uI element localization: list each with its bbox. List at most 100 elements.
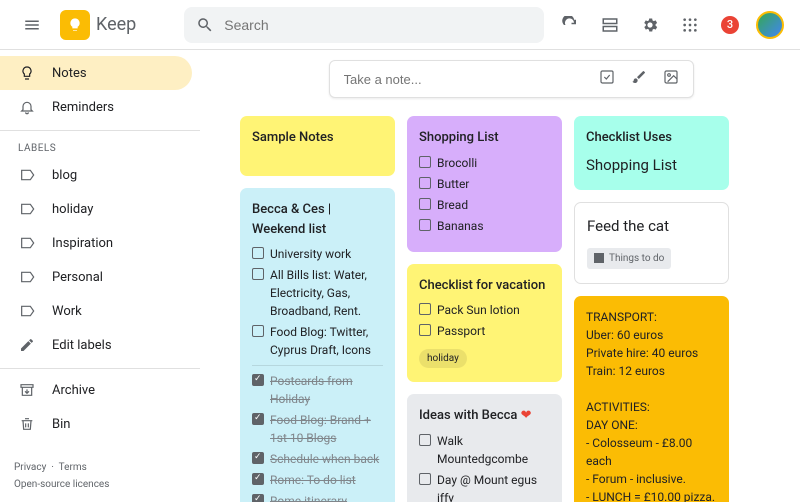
search-bar[interactable] <box>184 7 544 43</box>
notif-badge: 3 <box>721 16 739 34</box>
refresh-icon <box>561 16 579 34</box>
label-chip[interactable]: holiday <box>419 349 467 368</box>
checkbox-icon[interactable] <box>252 268 264 280</box>
note-title: Feed the cat <box>587 215 716 238</box>
sidebar-item-label[interactable]: blog <box>0 158 192 192</box>
checkbox-icon[interactable] <box>252 452 264 464</box>
checkbox-icon[interactable] <box>419 198 431 210</box>
notifications-button[interactable]: 3 <box>712 7 748 43</box>
footer-links: Privacy · Terms Open-source licences <box>0 462 200 502</box>
checklist-text: Food Blog: Twitter, Cyprus Draft, Icons <box>270 323 383 359</box>
checkbox-icon[interactable] <box>419 473 431 485</box>
heart-icon: ❤ <box>521 408 532 423</box>
app-header: Keep 3 <box>0 0 800 50</box>
checklist-item[interactable]: University work <box>252 245 383 263</box>
new-image-button[interactable] <box>663 69 679 89</box>
checklist-text: Walk Mountedgcombe <box>437 432 550 468</box>
settings-button[interactable] <box>632 7 668 43</box>
menu-button[interactable] <box>12 5 52 45</box>
checkbox-icon[interactable] <box>252 494 264 502</box>
app-name: Keep <box>96 14 136 35</box>
checklist-item[interactable]: All Bills list: Water, Electricity, Gas,… <box>252 266 383 320</box>
sidebar-item-label: Personal <box>52 270 103 285</box>
checklist-item[interactable]: Bananas <box>419 217 550 235</box>
checklist-text: Food Blog: Brand + 1st 10 Blogs <box>270 411 383 447</box>
label-icon <box>18 235 36 251</box>
checklist-item[interactable]: Walk Mountedgcombe <box>419 432 550 468</box>
app-logo[interactable]: Keep <box>60 10 136 40</box>
sidebar-item-label: Bin <box>52 417 70 432</box>
checkbox-icon[interactable] <box>419 434 431 446</box>
checklist-text: University work <box>270 245 351 263</box>
refresh-button[interactable] <box>552 7 588 43</box>
checklist-item[interactable]: Brocolli <box>419 154 550 172</box>
checklist-item[interactable]: Pack Sun lotion <box>419 301 550 319</box>
checkbox-icon[interactable] <box>252 325 264 337</box>
sidebar-item-label[interactable]: holiday <box>0 192 192 226</box>
sidebar-item-edit-labels[interactable]: Edit labels <box>0 328 192 362</box>
checklist-item[interactable]: Postcards from Holiday <box>252 372 383 408</box>
square-icon <box>594 253 604 263</box>
checklist-item[interactable]: Rome itinerary <box>252 492 383 502</box>
note-card[interactable]: Becca & Ces | Weekend list University wo… <box>240 188 395 502</box>
sidebar-item-reminders[interactable]: Reminders <box>0 90 192 124</box>
take-note-bar[interactable] <box>329 60 694 98</box>
new-drawing-button[interactable] <box>631 69 647 89</box>
checkbox-icon[interactable] <box>419 303 431 315</box>
bulb-icon <box>60 10 90 40</box>
oss-link[interactable]: Open-source licences <box>14 479 109 490</box>
checkbox-icon[interactable] <box>419 156 431 168</box>
label-icon <box>18 303 36 319</box>
account-button[interactable] <box>752 7 788 43</box>
checkbox-icon[interactable] <box>419 219 431 231</box>
checkbox-icon[interactable] <box>419 324 431 336</box>
note-card[interactable]: Ideas with Becca ❤ Walk MountedgcombeDay… <box>407 394 562 502</box>
take-note-input[interactable] <box>344 72 599 87</box>
note-title: Checklist for vacation <box>419 276 550 296</box>
checklist-item[interactable]: Passport <box>419 322 550 340</box>
note-card[interactable]: Feed the cat Things to do <box>574 202 729 284</box>
search-icon <box>196 16 214 34</box>
sidebar-item-label[interactable]: Personal <box>0 260 192 294</box>
note-card[interactable]: Checklist Uses Shopping List <box>574 116 729 190</box>
privacy-link[interactable]: Privacy <box>14 462 46 473</box>
checkbox-icon[interactable] <box>419 177 431 189</box>
sidebar-item-label: Archive <box>52 383 95 398</box>
checklist-item[interactable]: Bread <box>419 196 550 214</box>
checklist-item[interactable]: Butter <box>419 175 550 193</box>
sidebar-item-label: Reminders <box>52 100 114 115</box>
sidebar-item-archive[interactable]: Archive <box>0 373 192 407</box>
note-card[interactable]: Sample Notes <box>240 116 395 176</box>
checklist-text: Pack Sun lotion <box>437 301 520 319</box>
sidebar-item-bin[interactable]: Bin <box>0 407 192 441</box>
labels-heading: LABELS <box>0 135 200 158</box>
checklist-item[interactable]: Rome: To do list <box>252 471 383 489</box>
note-card[interactable]: Checklist for vacation Pack Sun lotion Pa… <box>407 264 562 383</box>
checklist-item[interactable]: Food Blog: Brand + 1st 10 Blogs <box>252 411 383 447</box>
list-view-button[interactable] <box>592 7 628 43</box>
checklist-item[interactable]: Schedule when back <box>252 450 383 468</box>
bulb-outline-icon <box>18 65 36 81</box>
sidebar-item-label[interactable]: Inspiration <box>0 226 192 260</box>
label-icon <box>18 269 36 285</box>
terms-link[interactable]: Terms <box>59 462 87 473</box>
note-card[interactable]: TRANSPORT: Uber: 60 eurosPrivate hire: 4… <box>574 296 729 502</box>
sidebar-item-label: Inspiration <box>52 236 113 251</box>
apps-button[interactable] <box>672 7 708 43</box>
sidebar-item-notes[interactable]: Notes <box>0 56 192 90</box>
checklist-item[interactable]: Food Blog: Twitter, Cyprus Draft, Icons <box>252 323 383 359</box>
checklist-text: Rome itinerary <box>270 492 347 502</box>
checklist-text: Passport <box>437 322 485 340</box>
label-chip[interactable]: Things to do <box>587 248 671 269</box>
checklist-item[interactable]: Day @ Mount egus iffy <box>419 471 550 502</box>
note-card[interactable]: Shopping List BrocolliButterBreadBananas <box>407 116 562 252</box>
checkbox-icon[interactable] <box>252 247 264 259</box>
sidebar-item-label[interactable]: Work <box>0 294 192 328</box>
checkbox-icon[interactable] <box>252 413 264 425</box>
checkbox-icon[interactable] <box>252 374 264 386</box>
note-body: TRANSPORT: Uber: 60 eurosPrivate hire: 4… <box>586 308 717 502</box>
new-list-button[interactable] <box>599 69 615 89</box>
search-input[interactable] <box>224 17 532 33</box>
apps-grid-icon <box>682 17 698 33</box>
checkbox-icon[interactable] <box>252 473 264 485</box>
